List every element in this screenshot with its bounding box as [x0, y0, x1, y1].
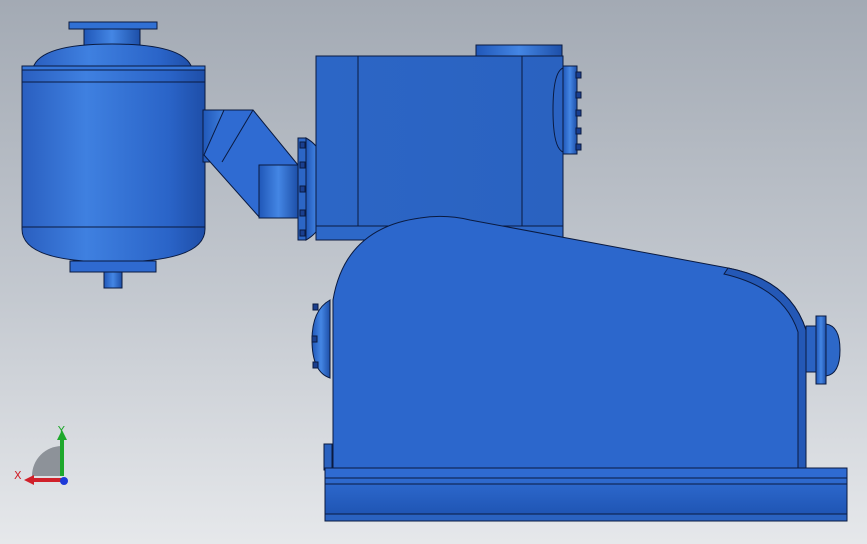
separator-tank[interactable]	[21, 21, 206, 289]
elbow-pipe[interactable]	[202, 109, 329, 241]
x-axis-label: X	[14, 469, 22, 482]
coordinate-triad: Y X	[14, 424, 68, 485]
inlet-chamber[interactable]	[315, 44, 582, 241]
chamber-top-nozzle	[475, 44, 563, 58]
3d-model-view[interactable]	[0, 0, 867, 544]
tank-top-head	[32, 43, 193, 69]
tank-top-flange	[68, 21, 158, 30]
y-axis-label: Y	[57, 424, 65, 437]
triad-plane-icon	[32, 446, 62, 476]
tank-drain-nozzle	[103, 271, 123, 289]
graphics-viewport[interactable]: Y X	[0, 0, 867, 544]
tank-bottom-flange	[69, 260, 157, 273]
z-axis-icon	[60, 477, 68, 485]
tank-shell	[21, 69, 206, 263]
base-skid[interactable]	[324, 467, 848, 522]
pump-casing[interactable]	[311, 215, 807, 471]
discharge-flange[interactable]	[805, 315, 841, 385]
